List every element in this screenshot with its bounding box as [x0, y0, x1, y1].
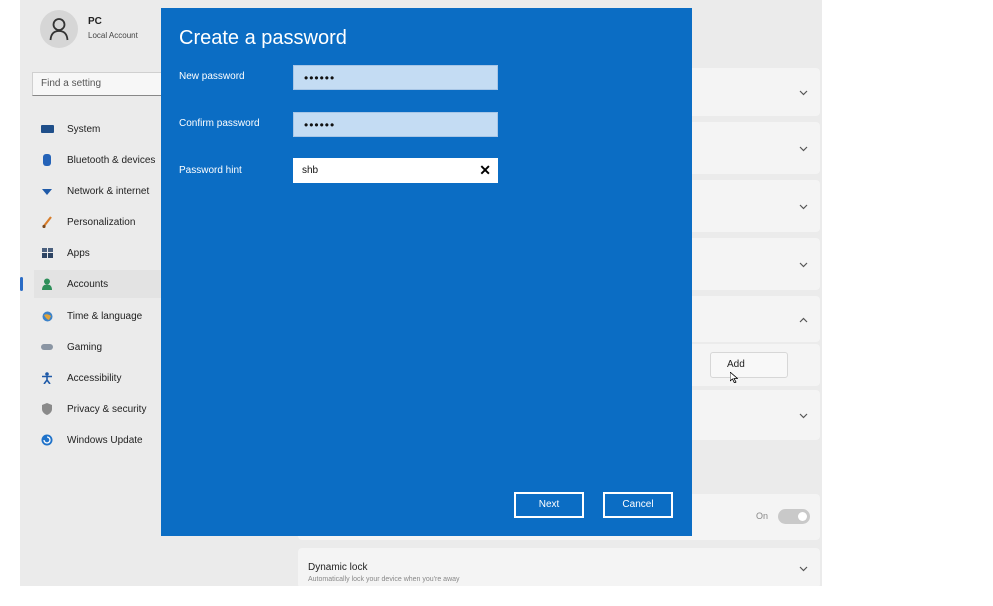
person-icon: [40, 277, 54, 291]
account-type: Local Account: [88, 31, 138, 40]
chevron-down-icon: [799, 255, 808, 273]
gamepad-icon: [40, 340, 54, 354]
add-button[interactable]: Add: [710, 352, 788, 378]
confirm-password-input[interactable]: ••••••: [293, 112, 498, 137]
sidebar-item-accounts[interactable]: Accounts: [20, 270, 174, 298]
sidebar-item-label: Bluetooth & devices: [67, 154, 156, 166]
sidebar-item-time-language[interactable]: Time & language: [34, 302, 174, 330]
sidebar-item-apps[interactable]: Apps: [34, 239, 174, 267]
clear-icon[interactable]: ✕: [479, 163, 491, 177]
account-name: PC: [88, 16, 102, 27]
chevron-down-icon: [799, 406, 808, 424]
dynamic-lock-subtitle: Automatically lock your device when you'…: [308, 576, 460, 583]
sidebar-item-personalization[interactable]: Personalization: [34, 208, 174, 236]
wifi-icon: [40, 184, 54, 198]
sidebar-item-label: System: [67, 123, 101, 135]
accessibility-icon: [40, 371, 54, 385]
new-password-input[interactable]: ••••••: [293, 65, 498, 90]
sidebar-item-accessibility[interactable]: Accessibility: [34, 364, 174, 392]
sidebar-item-label: Network & internet: [67, 185, 150, 197]
sidebar-item-windows-update[interactable]: Windows Update: [34, 426, 174, 454]
dialog-title: Create a password: [179, 27, 347, 49]
active-indicator: [20, 277, 23, 291]
dynamic-lock-title: Dynamic lock: [308, 562, 368, 573]
sidebar-item-label: Time & language: [67, 310, 143, 322]
sidebar-item-label: Gaming: [67, 341, 103, 353]
confirm-password-label: Confirm password: [179, 118, 260, 129]
apps-icon: [40, 246, 54, 260]
sidebar-item-label: Accessibility: [67, 372, 122, 384]
password-hint-value: shb: [302, 165, 319, 176]
chevron-down-icon: [799, 559, 808, 577]
password-hint-input[interactable]: shb ✕: [293, 158, 498, 183]
sidebar-item-network[interactable]: Network & internet: [34, 177, 174, 205]
bluetooth-icon: [40, 153, 54, 167]
sidebar-item-privacy[interactable]: Privacy & security: [34, 395, 174, 423]
chevron-down-icon: [799, 83, 808, 101]
toggle-label: On: [756, 511, 769, 521]
mouse-cursor-icon: [729, 370, 739, 388]
update-icon: [40, 433, 54, 447]
sidebar-item-gaming[interactable]: Gaming: [34, 333, 174, 361]
chevron-down-icon: [799, 139, 808, 157]
sidebar: PC Local Account Find a setting System B…: [20, 0, 192, 586]
sidebar-item-bluetooth[interactable]: Bluetooth & devices: [34, 146, 174, 174]
user-avatar-icon: [49, 18, 69, 41]
shield-icon: [40, 402, 54, 416]
chevron-up-icon: [799, 310, 808, 328]
globe-icon: [40, 309, 54, 323]
password-hint-label: Password hint: [179, 165, 242, 176]
next-button[interactable]: Next: [514, 492, 584, 518]
sidebar-item-label: Personalization: [67, 216, 136, 228]
sidebar-item-label: Windows Update: [67, 434, 143, 446]
avatar: [40, 10, 78, 48]
chevron-down-icon: [799, 197, 808, 215]
sidebar-item-label: Accounts: [67, 278, 109, 290]
create-password-dialog: Create a password New password •••••• Co…: [161, 8, 692, 536]
sidebar-item-label: Apps: [67, 247, 90, 259]
toggle-switch[interactable]: [778, 509, 810, 524]
cancel-button[interactable]: Cancel: [603, 492, 673, 518]
sidebar-item-label: Privacy & security: [67, 403, 147, 415]
toggle-knob: [798, 512, 807, 521]
monitor-icon: [40, 122, 54, 136]
sidebar-item-system[interactable]: System: [34, 115, 174, 143]
brush-icon: [40, 215, 54, 229]
new-password-label: New password: [179, 71, 245, 82]
